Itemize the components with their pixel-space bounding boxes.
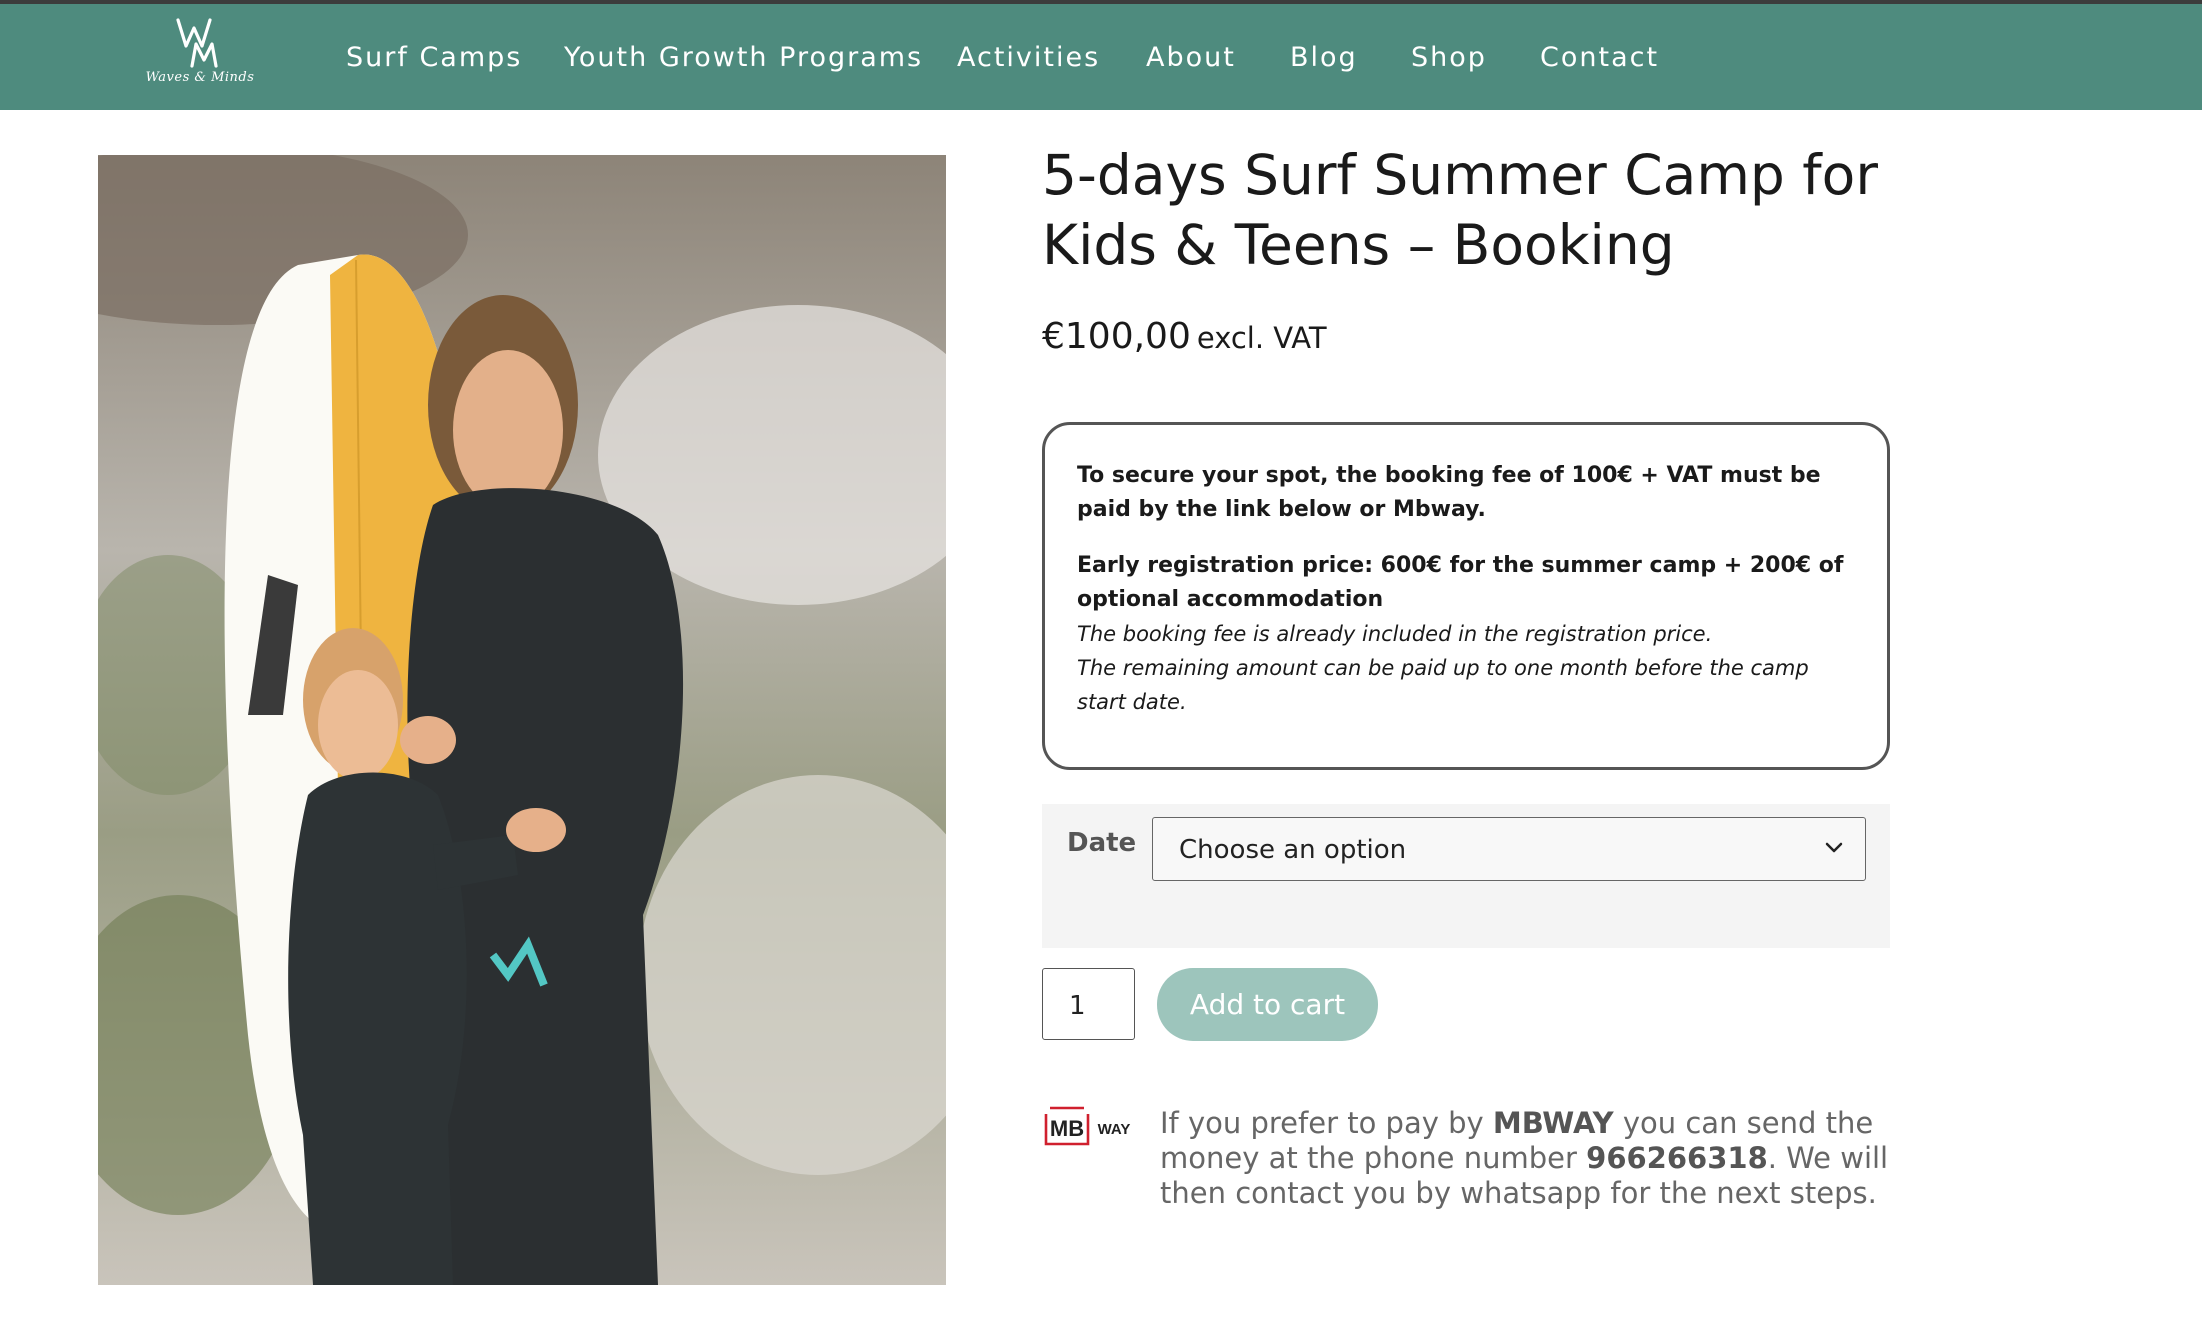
add-to-cart-button[interactable]: Add to cart bbox=[1157, 968, 1378, 1041]
nav-about[interactable]: About bbox=[1146, 42, 1236, 73]
nav-contact[interactable]: Contact bbox=[1540, 42, 1659, 73]
price-amount: €100,00 bbox=[1042, 316, 1191, 357]
mbway-mb-text: MB bbox=[1050, 1116, 1084, 1141]
logo-caption: Waves & Minds bbox=[145, 70, 255, 85]
nav-youth-growth-programs[interactable]: Youth Growth Programs bbox=[564, 42, 923, 73]
nav-blog[interactable]: Blog bbox=[1290, 42, 1358, 73]
nav-activities[interactable]: Activities bbox=[957, 42, 1100, 73]
booking-info-box: To secure your spot, the booking fee of … bbox=[1042, 422, 1890, 770]
price-suffix: excl. VAT bbox=[1196, 321, 1327, 355]
product-image[interactable] bbox=[98, 155, 946, 1285]
quantity-input[interactable]: 1 bbox=[1042, 968, 1135, 1040]
date-select-value: Choose an option bbox=[1179, 835, 1407, 865]
nav-shop[interactable]: Shop bbox=[1411, 42, 1487, 73]
mbway-logo: MB WAY bbox=[1042, 1104, 1134, 1150]
variation-panel: Date Choose an option bbox=[1042, 804, 1890, 948]
date-label: Date bbox=[1067, 828, 1137, 858]
mbway-text-part: If you prefer to pay by bbox=[1160, 1106, 1493, 1140]
info-early-registration: Early registration price: 600€ for the s… bbox=[1077, 553, 1844, 612]
info-remaining-amount: The remaining amount can be paid up to o… bbox=[1077, 656, 1809, 714]
date-select[interactable]: Choose an option bbox=[1152, 817, 1866, 881]
main-navbar: Waves & Minds Surf Camps Youth Growth Pr… bbox=[0, 4, 2202, 110]
mbway-phone-number: 966266318 bbox=[1586, 1141, 1768, 1175]
logo-wm-mark bbox=[176, 18, 218, 68]
mbway-payment-text: If you prefer to pay by MBWAY you can se… bbox=[1160, 1106, 1900, 1211]
chevron-down-icon bbox=[1825, 842, 1843, 853]
product-title: 5-days Surf Summer Camp for Kids & Teens… bbox=[1042, 143, 1878, 277]
nav-surf-camps[interactable]: Surf Camps bbox=[346, 42, 522, 73]
mbway-name: MBWAY bbox=[1492, 1106, 1614, 1140]
mbway-way-text: WAY bbox=[1098, 1121, 1131, 1138]
site-logo[interactable]: Waves & Minds bbox=[140, 14, 260, 100]
info-fee-included: The booking fee is already included in t… bbox=[1077, 622, 1713, 646]
product-price: €100,00 excl. VAT bbox=[1042, 316, 1327, 357]
info-booking-fee: To secure your spot, the booking fee of … bbox=[1077, 463, 1821, 522]
